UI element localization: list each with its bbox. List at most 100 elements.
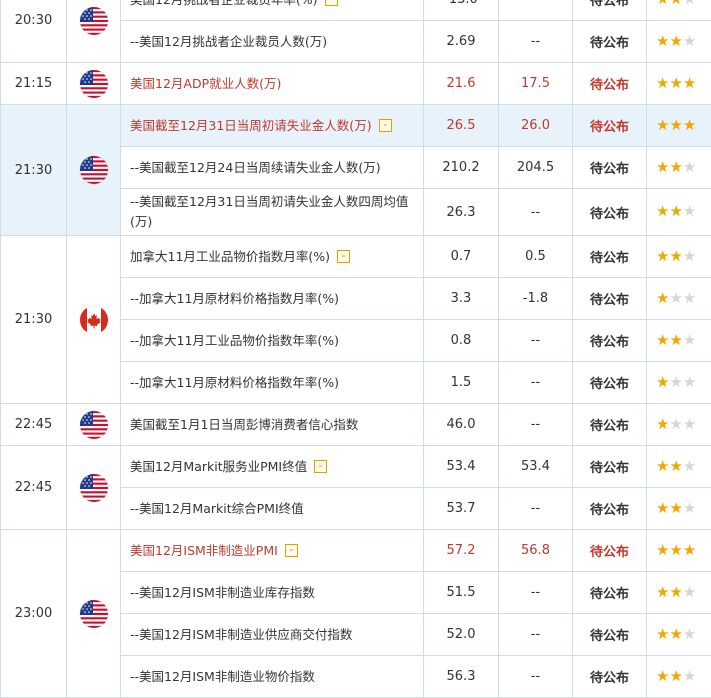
actual-status: 待公布 (572, 655, 647, 698)
forecast-value: 53.4 (498, 445, 573, 488)
indicator-name-cell[interactable]: 美国截至12月31日当周初请失业金人数(万) - (120, 104, 424, 147)
importance-rating: ★★★ (646, 104, 711, 147)
indicator-name-cell[interactable]: 美国12月ISM非制造业PMI - (120, 529, 424, 572)
indicator-name-cell[interactable]: --美国12月ISM非制造业物价指数 (120, 655, 424, 698)
event-time: 21:30 (0, 235, 67, 404)
indicator-name-cell[interactable]: --美国12月Markit综合PMI终值 (120, 487, 424, 530)
forecast-value: -- (498, 487, 573, 530)
indicator-name-cell[interactable]: --美国截至12月24日当周续请失业金人数(万) (120, 146, 424, 189)
calendar-table: 20:30美国12月挑战者企业裁员年率(%)--13.0--待公布★★★--美国… (0, 0, 711, 698)
indicator-name-cell[interactable]: --美国12月ISM非制造业供应商交付指数 (120, 613, 424, 656)
indicator-name-cell[interactable]: --美国12月挑战者企业裁员人数(万) (120, 20, 424, 63)
ca-flag-icon (79, 305, 108, 334)
expand-toggle-button[interactable]: - (284, 544, 298, 557)
expand-toggle-button[interactable]: - (314, 460, 328, 473)
importance-rating: ★★★ (646, 277, 711, 320)
us-flag-icon (79, 410, 108, 439)
country-flag-cell (66, 529, 121, 698)
indicator-name[interactable]: --加拿大11月原材料价格指数年率(%) (130, 373, 339, 393)
expand-toggle-button[interactable]: - (324, 0, 338, 6)
actual-status: 待公布 (572, 571, 647, 614)
indicator-name[interactable]: 美国截至1月1日当周彭博消费者信心指数 (130, 415, 358, 435)
star-icon: ★ (656, 115, 670, 134)
star-icon: ★ (656, 624, 670, 643)
star-icon: ★ (656, 246, 670, 265)
indicator-name[interactable]: --美国12月ISM非制造业物价指数 (130, 667, 315, 687)
indicator-name-cell[interactable]: 美国12月Markit服务业PMI终值 - (120, 445, 424, 488)
indicator-name[interactable]: --美国12月ISM非制造业库存指数 (130, 583, 315, 603)
expand-toggle-button[interactable]: - (378, 119, 392, 132)
indicator-name-cell[interactable]: 美国12月挑战者企业裁员年率(%)- (120, 0, 424, 21)
star-icon: ★ (656, 540, 670, 559)
star-icon: ★ (669, 31, 683, 50)
forecast-value: -- (498, 403, 573, 446)
indicator-name[interactable]: 美国12月ISM非制造业PMI (130, 541, 278, 561)
star-icon: ★ (669, 202, 683, 220)
indicator-name[interactable]: 美国12月Markit服务业PMI终值 (130, 457, 307, 477)
star-icon: ★ (656, 582, 670, 601)
forecast-value: -- (498, 20, 573, 63)
indicator-name[interactable]: --加拿大11月原材料价格指数月率(%) (130, 289, 339, 309)
event-time: 21:15 (0, 62, 67, 105)
previous-value: 21.6 (423, 62, 499, 105)
previous-value: 2.69 (423, 20, 499, 63)
previous-value: 51.5 (423, 571, 499, 614)
indicator-name-cell[interactable]: --加拿大11月工业品物价指数年率(%) (120, 319, 424, 362)
indicator-name[interactable]: 美国截至12月31日当周初请失业金人数(万) (130, 116, 372, 136)
star-icon: ★ (669, 0, 682, 8)
actual-status: 待公布 (572, 445, 647, 488)
indicator-name[interactable]: --美国12月Markit综合PMI终值 (130, 499, 304, 519)
indicator-name-cell[interactable]: --加拿大11月原材料价格指数年率(%) (120, 361, 424, 404)
importance-rating: ★★★ (646, 20, 711, 63)
importance-rating: ★★★ (646, 529, 711, 572)
star-icon: ★ (656, 0, 669, 8)
forecast-value: 17.5 (498, 62, 573, 105)
event-time: 20:30 (0, 0, 67, 63)
indicator-name-cell[interactable]: --加拿大11月原材料价格指数月率(%) (120, 277, 424, 320)
indicator-name[interactable]: --美国12月挑战者企业裁员人数(万) (130, 32, 327, 52)
indicator-name-cell[interactable]: 加拿大11月工业品物价指数月率(%) - (120, 235, 424, 278)
indicator-name[interactable]: --加拿大11月工业品物价指数年率(%) (130, 331, 339, 351)
star-icon: ★ (682, 31, 697, 50)
star-icon: ★ (682, 582, 697, 601)
forecast-value: -- (498, 319, 573, 362)
previous-value: 46.0 (423, 403, 499, 446)
actual-status: 待公布 (572, 487, 647, 530)
star-icon: ★ (669, 288, 683, 307)
importance-rating: ★★★ (646, 146, 711, 189)
economic-calendar: 20:30美国12月挑战者企业裁员年率(%)--13.0--待公布★★★--美国… (0, 0, 711, 698)
importance-rating: ★★★ (646, 571, 711, 614)
previous-value: -13.0 (423, 0, 499, 21)
indicator-name-cell[interactable]: 美国12月ADP就业人数(万) (120, 62, 424, 105)
forecast-value: 56.8 (498, 529, 573, 572)
indicator-name[interactable]: --美国截至12月31日当周初请失业金人数四周均值(万) (130, 192, 415, 232)
actual-status: 待公布 (572, 188, 647, 236)
previous-value: 26.3 (423, 188, 499, 236)
indicator-name-cell[interactable]: 美国截至1月1日当周彭博消费者信心指数 (120, 403, 424, 446)
star-icon: ★ (656, 498, 670, 517)
actual-status: 待公布 (572, 0, 647, 21)
table-row: 21:15 美国12月ADP就业人数(万) 21.6 17.5 待公布 ★★★ (0, 62, 711, 105)
indicator-name[interactable]: --美国12月ISM非制造业供应商交付指数 (130, 625, 352, 645)
indicator-name[interactable]: 美国12月挑战者企业裁员年率(%) (130, 0, 318, 10)
importance-rating: ★★★ (646, 319, 711, 362)
indicator-name-cell[interactable]: --美国12月ISM非制造业库存指数 (120, 571, 424, 614)
expand-toggle-button[interactable]: - (337, 250, 351, 263)
indicator-name[interactable]: 美国12月ADP就业人数(万) (130, 74, 281, 94)
previous-value: 210.2 (423, 146, 499, 189)
indicator-name[interactable]: --美国截至12月24日当周续请失业金人数(万) (130, 158, 381, 178)
importance-rating: ★★★ (646, 487, 711, 530)
star-icon: ★ (669, 157, 683, 176)
indicator-name[interactable]: 加拿大11月工业品物价指数月率(%) (130, 247, 330, 267)
us-flag-icon (79, 6, 108, 35)
indicator-name-cell[interactable]: --美国截至12月31日当周初请失业金人数四周均值(万) (120, 188, 424, 236)
country-flag-cell (66, 445, 121, 530)
importance-rating: ★★★ (646, 445, 711, 488)
event-time: 22:45 (0, 403, 67, 446)
star-icon: ★ (669, 115, 683, 134)
table-row: 21:30 美国截至12月31日当周初请失业金人数(万) -26.5 26.0 待公布 ★… (0, 104, 711, 236)
importance-rating: ★★★ (646, 188, 711, 236)
star-icon: ★ (669, 540, 683, 559)
forecast-value: 204.5 (498, 146, 573, 189)
actual-status: 待公布 (572, 146, 647, 189)
